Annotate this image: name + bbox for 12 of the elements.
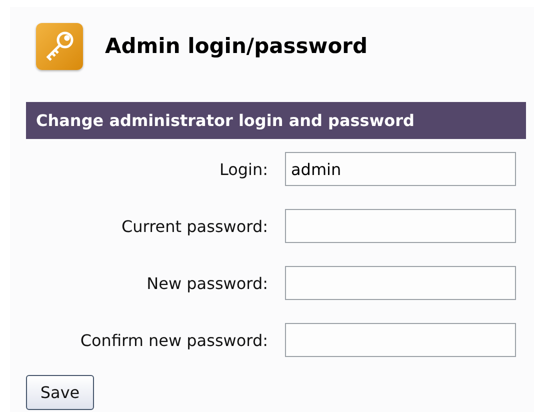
- page-title: Admin login/password: [105, 34, 368, 58]
- section-header: Change administrator login and password: [26, 102, 526, 139]
- field-label: New password:: [146, 274, 268, 292]
- field-label: Login:: [218, 160, 268, 178]
- save-button[interactable]: Save: [26, 375, 94, 410]
- input-field[interactable]: admin: [285, 152, 516, 186]
- key-icon: [36, 22, 83, 70]
- field-label: Confirm new password:: [79, 330, 268, 350]
- input-field[interactable]: [285, 266, 516, 300]
- input-field[interactable]: [285, 323, 516, 357]
- field-label: Current password:: [120, 216, 268, 236]
- input-field[interactable]: [285, 209, 516, 243]
